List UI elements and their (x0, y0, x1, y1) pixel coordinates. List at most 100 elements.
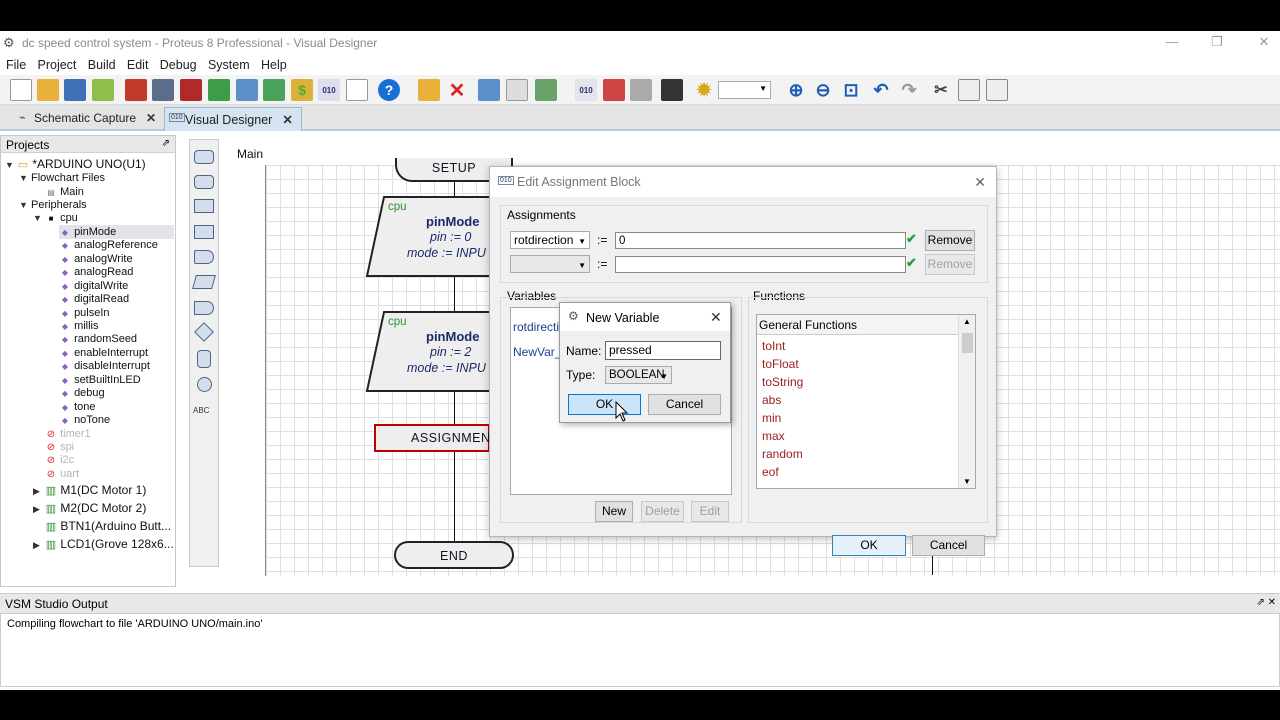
tree-item-enableinterrupt[interactable]: ◆ enableInterrupt (59, 346, 148, 360)
menu-help[interactable]: Help (257, 56, 291, 74)
tree-cpu[interactable]: ▼ ■ cpu (33, 211, 78, 225)
edit-variable-button[interactable]: Edit (691, 501, 729, 522)
import-icon[interactable] (92, 79, 114, 101)
functions-list[interactable]: General Functions ▲ ▼ toInt toFloat toSt… (756, 314, 976, 489)
tree-item-randomseed[interactable]: ◆ randomSeed (59, 332, 137, 346)
tree-item-i2c[interactable]: ⊘ i2c (45, 453, 74, 467)
binary-icon[interactable]: 010 (575, 79, 597, 101)
event-shape-icon[interactable] (194, 175, 214, 189)
menu-build[interactable]: Build (84, 56, 120, 74)
menu-file[interactable]: File (2, 56, 30, 74)
tree-item-analogreference[interactable]: ◆ analogReference (59, 238, 158, 252)
tree-item-pinmode[interactable]: ◆ pinMode (59, 225, 174, 239)
menu-debug[interactable]: Debug (156, 56, 201, 74)
function-item[interactable]: min (762, 411, 781, 425)
tab-visual-designer[interactable]: 010 Visual Designer ✕ (164, 107, 302, 131)
source-code-icon[interactable]: 010 (318, 79, 340, 101)
tree-item-analogread[interactable]: ◆ analogRead (59, 265, 133, 279)
storage-shape-icon[interactable] (194, 301, 214, 315)
new-variable-cancel-button[interactable]: Cancel (648, 394, 721, 415)
function-item[interactable]: eof (762, 465, 779, 479)
tree-component-btn1[interactable]: ▥ BTN1(Arduino Butt... (45, 519, 171, 533)
help-icon[interactable]: ? (378, 79, 400, 101)
scroll-thumb[interactable] (962, 333, 973, 353)
subroutine-shape-icon[interactable] (194, 225, 214, 239)
bom-icon[interactable] (263, 79, 285, 101)
scroll-down-icon[interactable]: ▼ (963, 477, 971, 486)
text-tool-icon[interactable]: ABC (193, 406, 209, 415)
remove-file-icon[interactable] (506, 79, 528, 101)
expand-arrow-icon[interactable]: ▶ (33, 538, 45, 552)
tree-item-disableinterrupt[interactable]: ◆ disableInterrupt (59, 359, 150, 373)
menu-project[interactable]: Project (34, 56, 81, 74)
tree-item-pulsein[interactable]: ◆ pulseIn (59, 306, 110, 320)
tree-item-millis[interactable]: ◆ millis (59, 319, 99, 333)
io-shape-icon[interactable] (192, 275, 216, 289)
notes-icon[interactable] (346, 79, 368, 101)
end-terminal[interactable]: END (394, 541, 514, 569)
variable-combo-2[interactable]: ▼ (510, 255, 590, 273)
tree-item-uart[interactable]: ⊘ uart (45, 467, 79, 481)
minimize-button[interactable]: — (1162, 34, 1182, 50)
remove-button-2[interactable]: Remove (925, 254, 975, 275)
undo-icon[interactable]: ↶ (870, 79, 892, 101)
delete-icon[interactable]: ✕ (446, 79, 468, 102)
close-window-button[interactable]: ✕ (1254, 34, 1274, 50)
chip-icon[interactable] (661, 79, 683, 101)
tree-item-analogwrite[interactable]: ◆ analogWrite (59, 252, 133, 266)
tree-peripherals[interactable]: ▼ Peripherals (19, 198, 87, 212)
delete-variable-button[interactable]: Delete (641, 501, 684, 522)
zoom-out-icon[interactable]: ⊖ (812, 79, 834, 101)
tree-component-m1[interactable]: ▶ ▥ M1(DC Motor 1) (33, 483, 146, 497)
maximize-button[interactable]: ❐ (1207, 34, 1227, 50)
terminal-shape-icon[interactable] (194, 150, 214, 164)
collapse-arrow-icon[interactable]: ▼ (33, 211, 45, 225)
close-tab-icon[interactable]: ✕ (282, 113, 292, 127)
tree-item-digitalwrite[interactable]: ◆ digitalWrite (59, 279, 128, 293)
tab-schematic-capture[interactable]: ⌁ Schematic Capture ✕ (14, 107, 164, 131)
value-input-1[interactable]: 0 (615, 232, 906, 249)
function-item[interactable]: toFloat (762, 357, 799, 371)
tree-item-setbuiltinled[interactable]: ◆ setBuiltInLED (59, 373, 141, 387)
close-tab-icon[interactable]: ✕ (146, 111, 156, 125)
collapse-arrow-icon[interactable]: ▼ (19, 198, 31, 212)
gerber-icon[interactable] (208, 79, 230, 101)
output-panel-controls[interactable]: ⇗ ✕ (1256, 597, 1276, 608)
tree-root[interactable]: ▼ ▭ *ARDUINO UNO(U1) (5, 157, 146, 171)
add-file-icon[interactable] (478, 79, 500, 101)
output-log[interactable]: Compiling flowchart to file 'ARDUINO UNO… (0, 613, 1280, 687)
collapse-arrow-icon[interactable]: ▼ (19, 171, 31, 185)
cut-icon[interactable]: ✂ (930, 79, 952, 101)
function-item[interactable]: toString (762, 375, 803, 389)
3d-view-icon[interactable] (236, 79, 258, 101)
assignment-shape-icon[interactable] (194, 199, 214, 213)
copy-icon[interactable] (958, 79, 980, 101)
tree-flowchart-files[interactable]: ▼ Flowchart Files (19, 171, 105, 185)
home-icon[interactable] (125, 79, 147, 101)
clean-icon[interactable] (630, 79, 652, 101)
menu-system[interactable]: System (204, 56, 254, 74)
dialog-close-button[interactable]: ✕ (974, 174, 986, 191)
tree-item-tone[interactable]: ◆ tone (59, 400, 96, 414)
tree-item-spi[interactable]: ⊘ spi (45, 440, 74, 454)
tab-main[interactable]: Main (229, 145, 269, 163)
add-folder-icon[interactable] (418, 79, 440, 101)
dialog-close-button[interactable]: ✕ (710, 309, 722, 326)
cancel-button[interactable]: Cancel (912, 535, 985, 556)
variable-name-input[interactable]: pressed (605, 341, 721, 360)
ok-button[interactable]: OK (832, 535, 906, 556)
pinmode-block-1[interactable] (365, 196, 491, 278)
tree-item-debug[interactable]: ◆ debug (59, 386, 105, 400)
rebuild-icon[interactable] (603, 79, 625, 101)
tree-component-lcd1[interactable]: ▶ ▥ LCD1(Grove 128x6... (33, 537, 174, 551)
function-item[interactable]: toInt (762, 339, 785, 353)
project-settings-icon[interactable] (535, 79, 557, 101)
pinmode-block-2[interactable] (365, 311, 491, 393)
function-item[interactable]: max (762, 429, 785, 443)
value-input-2[interactable] (615, 256, 906, 273)
tree-item-digitalread[interactable]: ◆ digitalRead (59, 292, 129, 306)
scroll-up-icon[interactable]: ▲ (963, 317, 971, 326)
functions-category-header[interactable]: General Functions (757, 315, 958, 335)
new-variable-button[interactable]: New (595, 501, 633, 522)
collapse-arrow-icon[interactable]: ▼ (5, 158, 17, 172)
